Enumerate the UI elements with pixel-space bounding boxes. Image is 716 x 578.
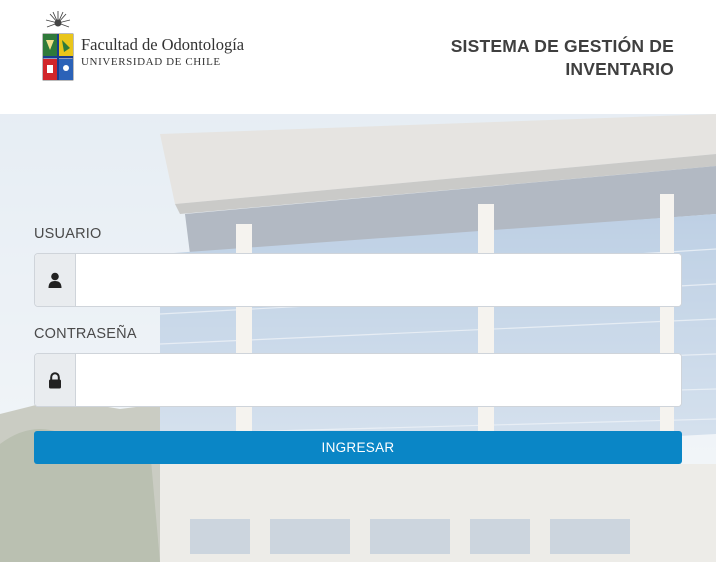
login-form: USUARIO CONTRASEÑA INGRESAR: [34, 224, 682, 464]
user-icon: [48, 272, 62, 288]
username-input[interactable]: [76, 254, 681, 306]
faculty-name: Facultad de Odontología: [81, 35, 245, 54]
password-input-group: [34, 353, 682, 407]
header: Facultad de Odontología UNIVERSIDAD DE C…: [0, 0, 716, 114]
login-submit-button[interactable]: INGRESAR: [34, 431, 682, 464]
password-input[interactable]: [76, 354, 681, 406]
university-crest-icon: [42, 11, 74, 81]
page-footer-gap: [0, 562, 716, 578]
password-label: CONTRASEÑA: [34, 326, 137, 342]
lock-icon: [49, 371, 61, 388]
faculty-logo[interactable]: Facultad de Odontología UNIVERSIDAD DE C…: [40, 10, 280, 84]
app-title-line-2: INVENTARIO: [565, 59, 674, 79]
username-input-group: [34, 253, 682, 307]
app-title: SISTEMA DE GESTIÓN DE INVENTARIO: [451, 35, 674, 81]
app-title-line-1: SISTEMA DE GESTIÓN DE: [450, 36, 674, 56]
username-addon: [35, 254, 76, 306]
username-label: USUARIO: [34, 226, 102, 242]
password-addon: [35, 354, 76, 406]
university-name: UNIVERSIDAD DE CHILE: [81, 56, 221, 68]
